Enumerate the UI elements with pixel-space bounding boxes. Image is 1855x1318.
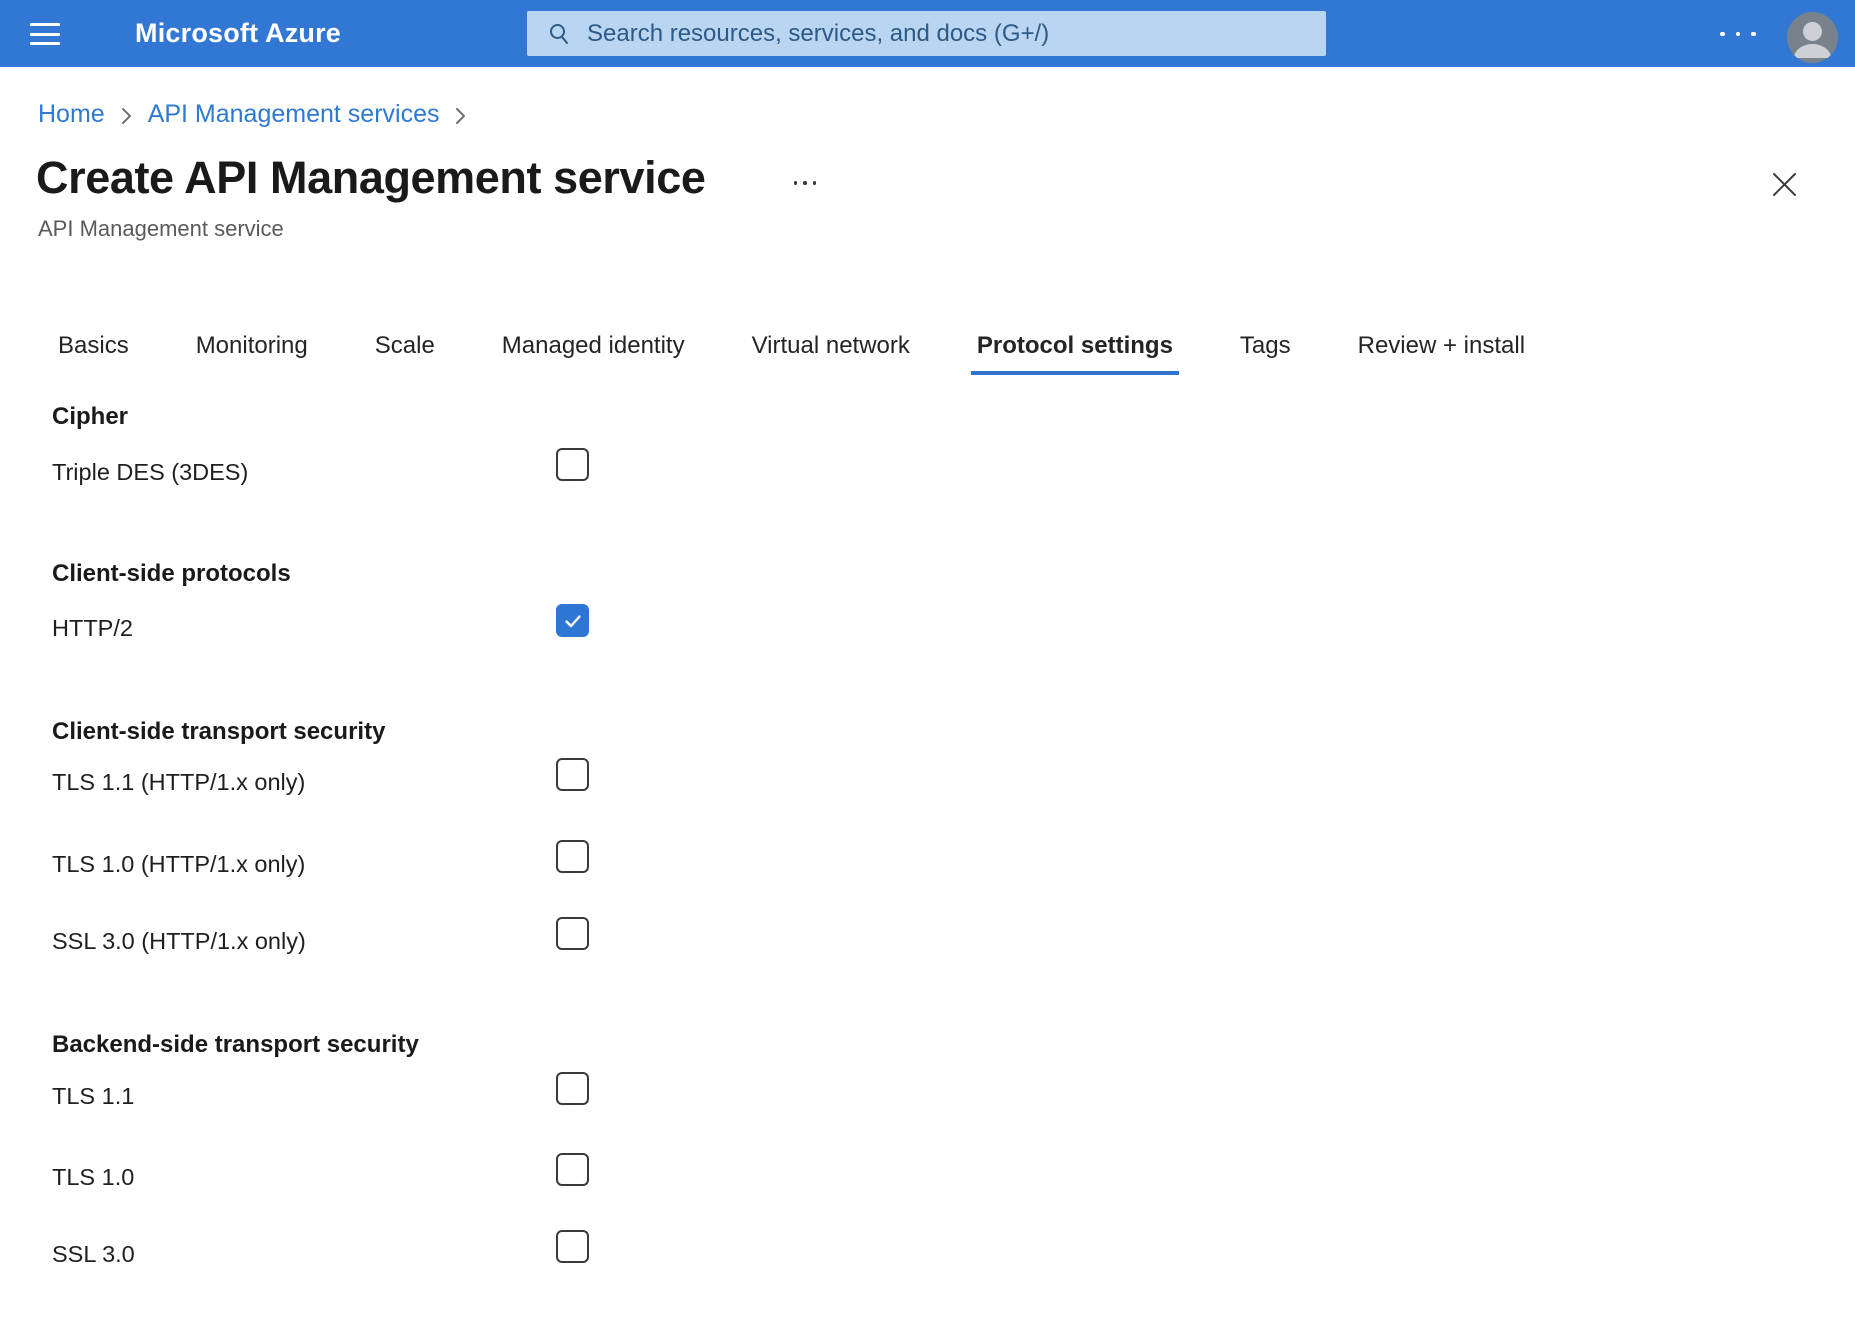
chevron-right-icon <box>120 105 133 127</box>
brand-title: Microsoft Azure <box>135 0 341 67</box>
search-icon <box>547 22 571 46</box>
chevron-right-icon <box>454 105 467 127</box>
section-heading-cipher: Cipher <box>52 403 128 431</box>
checkbox-http2[interactable] <box>556 604 589 637</box>
option-label: TLS 1.1 <box>52 1081 134 1111</box>
section-heading-backend-transport-security: Backend-side transport security <box>52 1031 419 1059</box>
option-row-http2: HTTP/2 <box>52 604 752 642</box>
title-more-icon[interactable] <box>783 170 827 196</box>
page-subtitle: API Management service <box>38 216 284 242</box>
option-label: Triple DES (3DES) <box>52 457 248 487</box>
tab-protocol-settings[interactable]: Protocol settings <box>971 330 1179 375</box>
option-label: SSL 3.0 (HTTP/1.x only) <box>52 926 306 956</box>
close-icon[interactable] <box>1764 164 1804 204</box>
more-options-icon[interactable] <box>1712 14 1764 54</box>
option-row-backend-tls10: TLS 1.0 <box>52 1153 752 1191</box>
top-bar: Microsoft Azure <box>0 0 1855 67</box>
section-heading-client-transport-security: Client-side transport security <box>52 718 385 746</box>
search-input[interactable] <box>585 11 1326 56</box>
option-label: SSL 3.0 <box>52 1239 135 1269</box>
tab-basics[interactable]: Basics <box>52 330 135 375</box>
checkbox-backend-ssl30[interactable] <box>556 1230 589 1263</box>
azure-portal-screen: Microsoft Azure Home <box>0 0 1855 1318</box>
global-search[interactable] <box>527 11 1326 56</box>
checkbox-triple-des[interactable] <box>556 448 589 481</box>
tab-monitoring[interactable]: Monitoring <box>190 330 314 375</box>
page-title: Create API Management service <box>36 152 706 204</box>
checkbox-client-ssl30[interactable] <box>556 917 589 950</box>
option-row-backend-ssl30: SSL 3.0 <box>52 1230 752 1268</box>
option-label: HTTP/2 <box>52 613 133 643</box>
option-row-client-tls11: TLS 1.1 (HTTP/1.x only) <box>52 758 752 796</box>
option-row-triple-des: Triple DES (3DES) <box>52 448 752 486</box>
section-heading-client-protocols: Client-side protocols <box>52 560 291 588</box>
checkbox-backend-tls11[interactable] <box>556 1072 589 1105</box>
option-row-client-ssl30: SSL 3.0 (HTTP/1.x only) <box>52 917 752 955</box>
option-row-client-tls10: TLS 1.0 (HTTP/1.x only) <box>52 840 752 878</box>
checkbox-client-tls11[interactable] <box>556 758 589 791</box>
option-row-backend-tls11: TLS 1.1 <box>52 1072 752 1110</box>
checkbox-client-tls10[interactable] <box>556 840 589 873</box>
option-label: TLS 1.0 <box>52 1162 134 1192</box>
tab-virtual-network[interactable]: Virtual network <box>746 330 916 375</box>
tab-scale[interactable]: Scale <box>369 330 441 375</box>
breadcrumb-link-api-management-services[interactable]: API Management services <box>148 100 440 129</box>
option-label: TLS 1.0 (HTTP/1.x only) <box>52 849 305 879</box>
tab-managed-identity[interactable]: Managed identity <box>496 330 691 375</box>
account-avatar[interactable] <box>1787 12 1838 63</box>
breadcrumb: Home API Management services <box>38 100 467 129</box>
tab-tags[interactable]: Tags <box>1234 330 1297 375</box>
checkbox-backend-tls10[interactable] <box>556 1153 589 1186</box>
tab-review-install[interactable]: Review + install <box>1352 330 1531 375</box>
option-label: TLS 1.1 (HTTP/1.x only) <box>52 767 305 797</box>
wizard-tabs: Basics Monitoring Scale Managed identity… <box>52 330 1531 375</box>
hamburger-menu-icon[interactable] <box>30 23 60 45</box>
breadcrumb-link-home[interactable]: Home <box>38 100 105 129</box>
